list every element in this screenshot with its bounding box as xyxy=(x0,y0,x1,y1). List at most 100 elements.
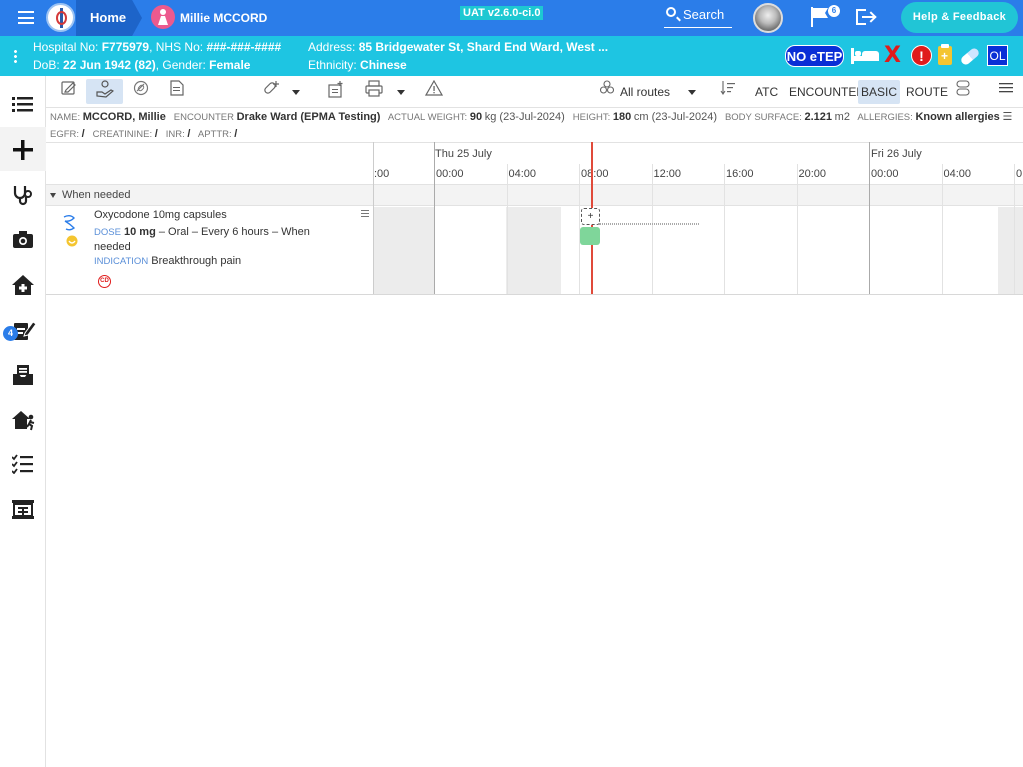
ward-board-icon xyxy=(12,500,34,519)
info-bsa-label: BODY SURFACE: xyxy=(724,112,802,123)
sidebar-item-tasks[interactable] xyxy=(0,442,46,486)
routes-icon xyxy=(600,80,614,94)
flag-icon[interactable] xyxy=(811,7,829,27)
timeline-row-border xyxy=(373,294,1023,295)
ol-badge[interactable]: OL xyxy=(987,45,1008,66)
search-icon xyxy=(666,7,676,17)
info-egfr-label: EGFR: xyxy=(50,129,80,140)
timeline-shaded-region xyxy=(506,207,561,295)
info-height: 180 xyxy=(612,111,632,123)
stethoscope-icon xyxy=(13,186,32,206)
dose-label: DOSE xyxy=(94,227,121,238)
print-icon xyxy=(365,80,383,97)
info-line-2: EGFR: / CREATININE: / INR: / APTTR: / xyxy=(50,126,1020,143)
controlled-drug-badge: CD xyxy=(98,275,111,288)
patient-demographics: DoB: 22 Jun 1942 (82), Gender: Female xyxy=(33,58,251,72)
date-label: Thu 25 July xyxy=(435,148,492,160)
administration-due-block[interactable] xyxy=(580,227,600,245)
clipboard-icon[interactable] xyxy=(938,44,952,65)
list-icon xyxy=(12,97,33,112)
timeline-area[interactable]: :00 00:00 04:00 08:00 12:00 16:00 20:00 00:00 04… xyxy=(373,142,1023,295)
sidebar-item-ward[interactable] xyxy=(0,487,46,531)
menu-icon[interactable] xyxy=(18,11,34,24)
date-label: Fri 26 July xyxy=(871,148,922,160)
patient-info-strip: NAME: MCCORD, Millie ENCOUNTER Drake War… xyxy=(50,109,1020,143)
info-name: MCCORD, Millie xyxy=(82,111,166,123)
sidebar-item-leave[interactable] xyxy=(0,397,46,441)
info-line-1: NAME: MCCORD, Millie ENCOUNTER Drake War… xyxy=(50,109,1020,126)
nhs-no: ###-###-#### xyxy=(206,40,282,54)
info-inr: / xyxy=(187,128,191,140)
ethnicity: Chinese xyxy=(360,58,407,72)
info-apttr-label: APTTR: xyxy=(197,129,232,140)
logout-icon[interactable] xyxy=(856,8,876,26)
user-avatar[interactable] xyxy=(753,3,783,33)
allergies-menu-icon[interactable]: ☰ xyxy=(1002,111,1012,123)
edit-square-icon xyxy=(61,81,76,95)
sidebar-item-media[interactable] xyxy=(0,217,46,261)
patient-ethnicity: Ethnicity: Chinese xyxy=(308,58,407,72)
version-badge: UAT v2.6.0-ci.0 xyxy=(460,6,544,20)
add-administration-button[interactable]: + xyxy=(581,208,600,225)
help-feedback-button[interactable]: Help & Feedback xyxy=(901,2,1018,33)
add-medication-dropdown-icon[interactable] xyxy=(292,90,300,95)
hand-pill-icon xyxy=(96,80,114,98)
chart-toolbar: All routes ATC ENCOUNTER BASIC ROUTE xyxy=(46,76,1023,108)
no-etep-badge[interactable]: NO eTEP xyxy=(785,45,844,67)
info-height-label: HEIGHT: xyxy=(572,112,611,123)
info-allergies[interactable]: Known allergies xyxy=(915,111,999,123)
tab-basic[interactable]: BASIC xyxy=(858,80,900,104)
info-encounter: Drake Ward (EPMA Testing) xyxy=(236,111,381,123)
worklist-count-badge: 4 xyxy=(3,326,18,341)
breadcrumb-home[interactable]: Home xyxy=(76,0,142,36)
routes-dropdown-icon[interactable] xyxy=(688,90,696,95)
search-button[interactable]: Search xyxy=(664,5,732,28)
more-options-icon[interactable] xyxy=(14,49,17,63)
top-bar: Home Millie MCCORD UAT v2.6.0-ci.0 Searc… xyxy=(0,0,1023,36)
time-label: 04:00 xyxy=(943,168,972,180)
print-dropdown-icon[interactable] xyxy=(397,90,405,95)
info-creatinine: / xyxy=(154,128,158,140)
time-label: 08:00 xyxy=(581,168,609,180)
pill-icon[interactable] xyxy=(959,46,981,67)
medication-indication: INDICATION Breakthrough pain xyxy=(94,255,241,267)
inbox-icon xyxy=(13,365,33,385)
time-label: 0 xyxy=(1016,168,1023,180)
home-exit-icon xyxy=(12,411,35,431)
indication-label: INDICATION xyxy=(94,256,149,267)
sidebar-item-list[interactable] xyxy=(0,82,46,126)
row-menu-icon[interactable] xyxy=(361,210,369,217)
sidebar-item-discharge[interactable] xyxy=(0,262,46,306)
medication-name[interactable]: Oxycodone 10mg capsules xyxy=(94,209,227,221)
breadcrumb-patient-name[interactable]: Millie MCCORD xyxy=(180,11,267,25)
info-weight-label: ACTUAL WEIGHT: xyxy=(387,112,468,123)
medication-dose: DOSE 10 mg – Oral – Every 6 hours – When… xyxy=(94,225,334,255)
time-label: 04:00 xyxy=(508,168,537,180)
sidebar-item-add[interactable] xyxy=(0,127,46,171)
timeline-shaded-region xyxy=(998,207,1023,295)
dose-value: 10 mg xyxy=(124,226,156,238)
timeline-gridline xyxy=(1014,164,1015,295)
alert-icon[interactable]: ! xyxy=(911,45,932,66)
bed-icon[interactable] xyxy=(851,48,879,64)
timeline-gridline xyxy=(869,142,870,295)
plus-icon xyxy=(13,140,33,160)
timeline-gridline xyxy=(796,164,798,295)
sidebar-item-inbox[interactable] xyxy=(0,352,46,396)
address: 85 Bridgewater St, Shard End Ward, West … xyxy=(358,40,609,54)
patient-address: Address: 85 Bridgewater St, Shard End Wa… xyxy=(308,40,608,54)
tab-encounter[interactable]: ENCOUNTER xyxy=(789,85,865,99)
sidebar-item-clinical[interactable] xyxy=(0,172,46,216)
tab-route[interactable]: ROUTE xyxy=(906,85,948,99)
resuscitation-alert-icon[interactable]: X xyxy=(884,43,901,68)
routes-filter-select[interactable]: All routes xyxy=(620,85,670,99)
patient-identifiers: Hospital No: F775979, NHS No: ###-###-##… xyxy=(33,40,282,54)
nhs-no-label: NHS No: xyxy=(155,40,204,54)
info-weight: 90 xyxy=(469,111,483,123)
info-bsa-unit: m2 xyxy=(834,111,850,123)
oral-medication-icon xyxy=(63,215,78,247)
info-creatinine-label: CREATININE: xyxy=(92,129,153,140)
tab-atc[interactable]: ATC xyxy=(755,85,778,99)
document-icon xyxy=(170,80,184,96)
timeline-gridline xyxy=(941,164,943,295)
